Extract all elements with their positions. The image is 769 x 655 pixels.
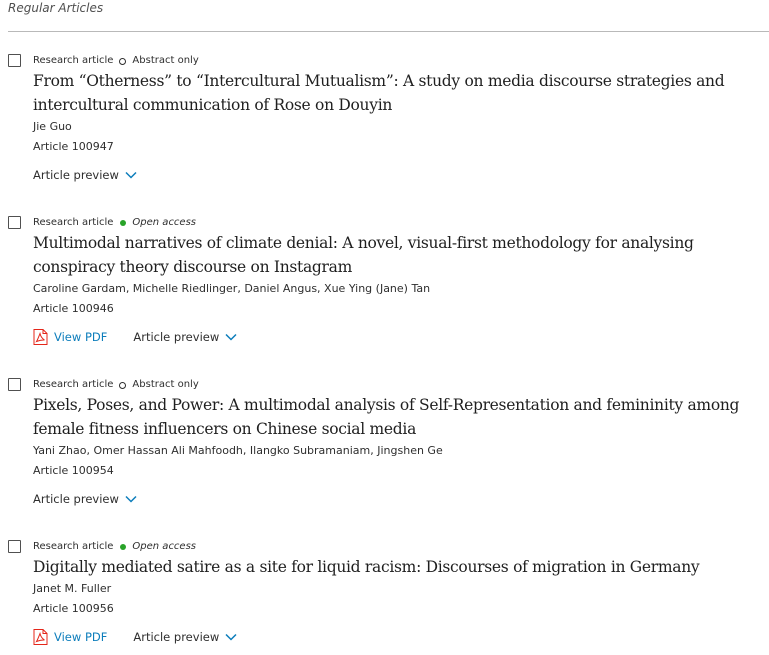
- article-title-link[interactable]: Pixels, Poses, and Power: A multimodal a…: [33, 393, 769, 441]
- article-preview-button[interactable]: Article preview: [33, 168, 137, 182]
- view-pdf-link[interactable]: View PDF: [33, 328, 108, 345]
- chevron-down-icon: [125, 495, 137, 503]
- select-article-checkbox[interactable]: [8, 378, 21, 391]
- article-preview-button[interactable]: Article preview: [133, 330, 237, 344]
- open-access-dot-icon: [120, 220, 127, 226]
- article-authors: Janet M. Fuller: [33, 582, 112, 595]
- abstract-only-dot-icon: [119, 381, 127, 389]
- article-access: Abstract only: [132, 55, 199, 66]
- section-title: Regular Articles: [8, 1, 104, 15]
- article-type: Research article: [33, 55, 114, 66]
- view-pdf-label: View PDF: [54, 629, 108, 644]
- article-preview-button[interactable]: Article preview: [133, 630, 237, 644]
- select-article-checkbox[interactable]: [8, 216, 21, 229]
- article-authors: Jie Guo: [33, 120, 72, 133]
- article-type: Research article: [33, 217, 114, 228]
- article-meta: Research article Open access: [33, 216, 769, 230]
- article-number: Article 100956: [33, 602, 114, 615]
- article-preview-label: Article preview: [33, 491, 119, 506]
- article-access: Open access: [132, 217, 197, 228]
- article-number: Article 100947: [33, 140, 114, 153]
- article-number: Article 100946: [33, 302, 114, 315]
- article-title-link[interactable]: Digitally mediated satire as a site for …: [33, 555, 769, 579]
- chevron-down-icon: [225, 333, 237, 341]
- article-access: Abstract only: [132, 379, 199, 390]
- article-type: Research article: [33, 541, 114, 552]
- article-preview-button[interactable]: Article preview: [33, 492, 137, 506]
- article-number: Article 100954: [33, 464, 114, 477]
- article-meta: Research article Abstract only: [33, 378, 769, 392]
- article-authors: Yani Zhao, Omer Hassan Ali Mahfoodh, Ila…: [33, 444, 443, 457]
- article-meta: Research article Abstract only: [33, 54, 769, 68]
- article-access: Open access: [132, 541, 197, 552]
- article-preview-label: Article preview: [133, 629, 220, 644]
- section-divider: [8, 31, 769, 32]
- select-article-checkbox[interactable]: [8, 540, 21, 553]
- pdf-icon: [33, 328, 48, 345]
- article-title-link[interactable]: Multimodal narratives of climate denial:…: [33, 231, 769, 279]
- article-preview-label: Article preview: [133, 329, 220, 344]
- article-meta: Research article Open access: [33, 540, 769, 554]
- article-authors: Caroline Gardam, Michelle Riedlinger, Da…: [33, 282, 431, 295]
- abstract-only-dot-icon: [119, 57, 127, 65]
- chevron-down-icon: [125, 171, 137, 179]
- select-article-checkbox[interactable]: [8, 54, 21, 67]
- chevron-down-icon: [225, 633, 237, 641]
- article-preview-label: Article preview: [33, 167, 119, 182]
- pdf-icon: [33, 628, 48, 645]
- article-title-link[interactable]: From “Otherness” to “Intercultural Mutua…: [33, 69, 769, 117]
- view-pdf-label: View PDF: [54, 329, 108, 344]
- open-access-dot-icon: [120, 544, 127, 550]
- article-type: Research article: [33, 379, 114, 390]
- view-pdf-link[interactable]: View PDF: [33, 628, 108, 645]
